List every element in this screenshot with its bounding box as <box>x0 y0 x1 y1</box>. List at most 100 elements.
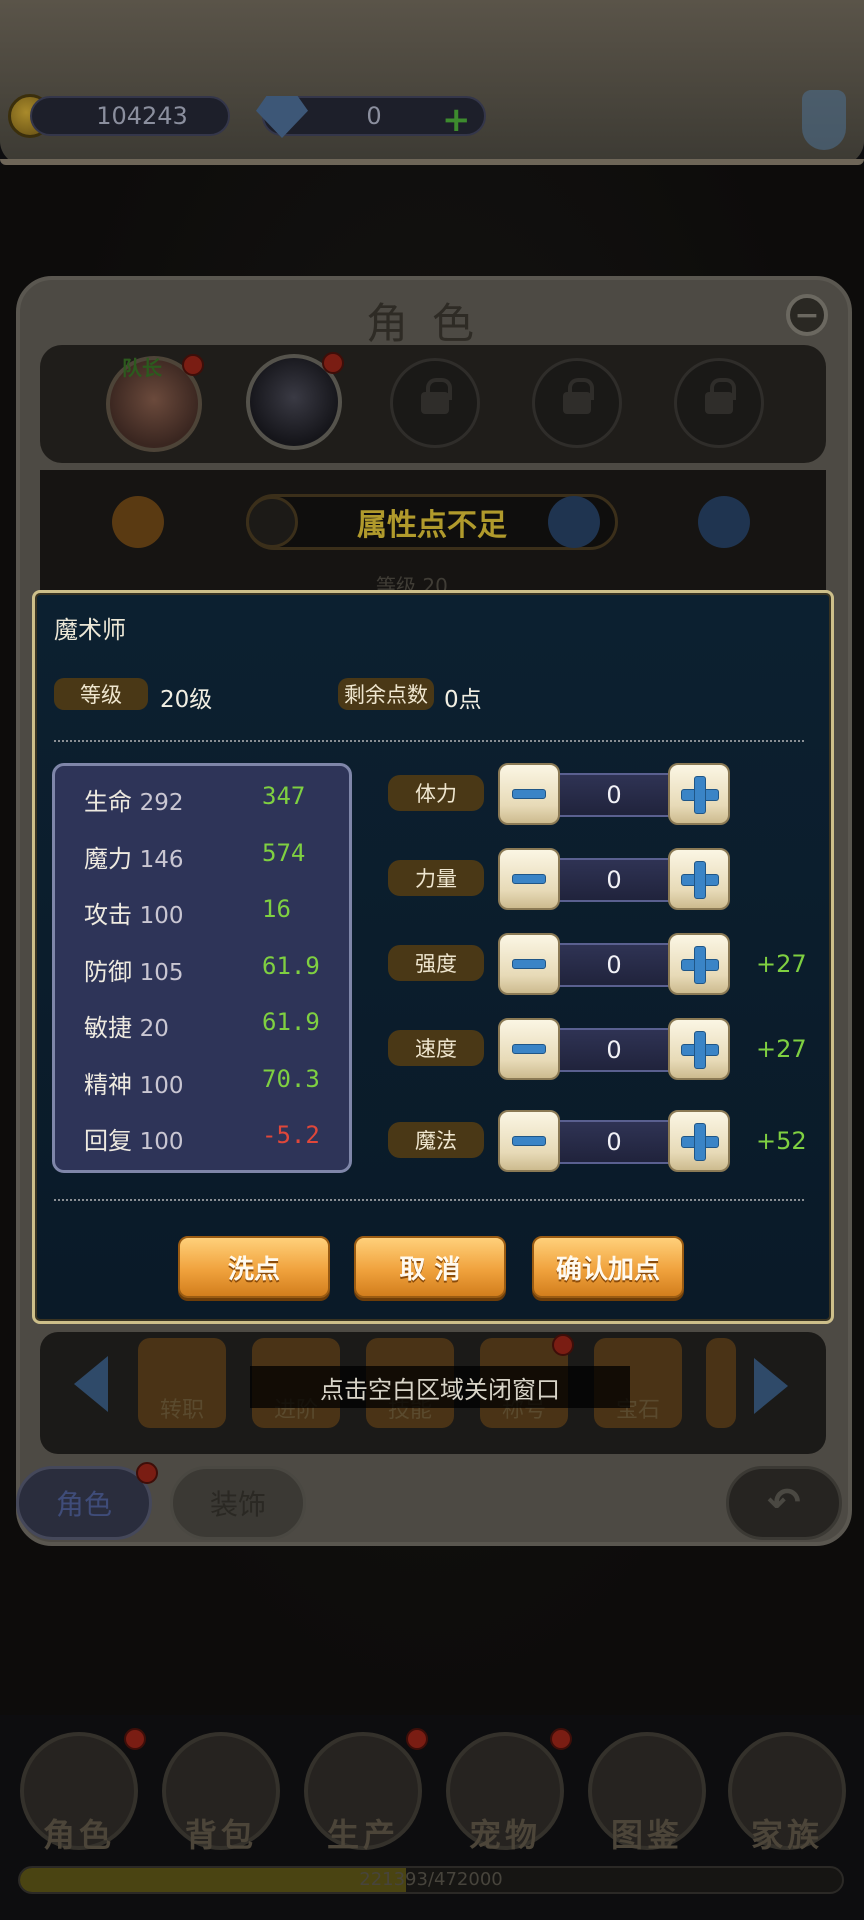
gold-amount: 104243 <box>30 96 230 136</box>
job-title: 魔术师 <box>54 616 126 644</box>
stat-bonus: 574 <box>262 839 306 867</box>
stat-row: 防御 105 <box>84 952 184 987</box>
locked-slot[interactable] <box>390 358 480 448</box>
stat-base: 292 <box>139 790 184 816</box>
stat-base: 105 <box>139 960 184 986</box>
alloc-stepper: 0 <box>498 848 730 912</box>
panel-minimize-button[interactable]: − <box>786 294 828 336</box>
help-icon[interactable] <box>698 496 750 548</box>
add-gems-plus-icon[interactable]: + <box>442 100 471 140</box>
nav-role-label: 角色 <box>42 1816 115 1854</box>
lock-icon <box>705 378 736 414</box>
lock-icon <box>563 378 594 414</box>
back-button[interactable]: ↶ <box>726 1466 842 1540</box>
plus-icon <box>681 1031 719 1069</box>
stat-name: 攻击 <box>84 901 132 929</box>
alloc-value[interactable]: 0 <box>546 943 682 987</box>
search-icon[interactable] <box>548 496 600 548</box>
increase-button[interactable] <box>668 1018 730 1080</box>
alloc-value[interactable]: 0 <box>546 858 682 902</box>
stat-name: 魔力 <box>84 845 132 873</box>
refresh-icon[interactable] <box>112 496 164 548</box>
nav-pet-label: 宠物 <box>468 1816 541 1854</box>
alloc-stepper: 0 <box>498 1110 730 1174</box>
divider <box>54 1199 804 1201</box>
alloc-label: 强度 <box>388 945 484 981</box>
level-value: 20级 <box>160 687 213 713</box>
plus-icon <box>681 861 719 899</box>
confirm-add-points-button[interactable]: 确认加点 <box>532 1236 684 1298</box>
minus-icon <box>512 789 546 799</box>
corner-decoration <box>802 90 846 150</box>
notification-dot <box>322 352 344 374</box>
divider <box>54 740 804 742</box>
increase-button[interactable] <box>668 1110 730 1172</box>
nav-bag-label: 背包 <box>184 1816 257 1854</box>
notification-dot <box>552 1334 574 1356</box>
decrease-button[interactable] <box>498 763 560 825</box>
increase-button[interactable] <box>668 933 730 995</box>
minus-icon <box>512 1136 546 1146</box>
remaining-points-value: 0点 <box>444 687 482 713</box>
xp-bar: 221393/472000 <box>18 1866 844 1894</box>
plus-icon <box>681 946 719 984</box>
nav-codex-label: 图鉴 <box>610 1816 683 1854</box>
alloc-value[interactable]: 0 <box>546 773 682 817</box>
notification-dot <box>182 354 204 376</box>
arrow-left-icon[interactable] <box>74 1356 108 1412</box>
alloc-value[interactable]: 0 <box>546 1120 682 1164</box>
alloc-extra: +27 <box>756 950 807 978</box>
alloc-stepper: 0 <box>498 933 730 997</box>
alloc-value[interactable]: 0 <box>546 1028 682 1072</box>
stat-bonus: 347 <box>262 782 306 810</box>
top-currency-bar <box>0 0 864 165</box>
gold-value: 104243 <box>96 102 188 130</box>
cancel-button[interactable]: 取 消 <box>354 1236 506 1298</box>
alloc-extra: +52 <box>756 1127 807 1155</box>
reset-points-button[interactable]: 洗点 <box>178 1236 330 1298</box>
nav-produce-label: 生产 <box>326 1816 399 1854</box>
stat-name: 生命 <box>84 788 132 816</box>
alloc-stepper: 0 <box>498 1018 730 1082</box>
notification-dot <box>406 1728 428 1750</box>
panel-title: 角色 <box>365 299 498 348</box>
notification-dot <box>136 1462 158 1484</box>
func-transfer-button[interactable]: 转职 <box>138 1338 226 1428</box>
locked-slot[interactable] <box>532 358 622 448</box>
arrow-right-icon[interactable] <box>754 1358 788 1414</box>
plus-icon <box>681 1123 719 1161</box>
stat-row: 回复 100 <box>84 1121 184 1156</box>
stat-name: 精神 <box>84 1071 132 1099</box>
decrease-button[interactable] <box>498 1110 560 1172</box>
stat-bonus: 61.9 <box>262 952 320 980</box>
increase-button[interactable] <box>668 848 730 910</box>
stat-row: 魔力 146 <box>84 839 184 874</box>
stat-bonus: 61.9 <box>262 1008 320 1036</box>
nav-family-label: 家族 <box>750 1816 823 1854</box>
wand-icon <box>246 496 298 548</box>
plus-icon <box>681 776 719 814</box>
close-hint: 点击空白区域关闭窗口 <box>250 1366 630 1408</box>
stat-name: 敏捷 <box>84 1014 132 1042</box>
decrease-button[interactable] <box>498 1018 560 1080</box>
alloc-label: 体力 <box>388 775 484 811</box>
status-text: 属性点不足 <box>357 508 507 543</box>
decrease-button[interactable] <box>498 933 560 995</box>
tab-role[interactable]: 角色 <box>16 1466 152 1540</box>
minus-icon <box>512 874 546 884</box>
decrease-button[interactable] <box>498 848 560 910</box>
alloc-extra: +27 <box>756 1035 807 1063</box>
func-more-button[interactable] <box>706 1338 736 1428</box>
increase-button[interactable] <box>668 763 730 825</box>
notification-dot <box>550 1728 572 1750</box>
stat-base: 100 <box>139 1073 184 1099</box>
tab-decor[interactable]: 装饰 <box>170 1466 306 1540</box>
locked-slot[interactable] <box>674 358 764 448</box>
stat-base: 146 <box>139 847 184 873</box>
level-tag: 等级 <box>54 678 148 710</box>
xp-text: 221393/472000 <box>359 1869 503 1890</box>
stat-row: 精神 100 <box>84 1065 184 1100</box>
gem-value: 0 <box>366 102 382 130</box>
stat-bonus: -5.2 <box>262 1121 320 1149</box>
minus-icon <box>512 959 546 969</box>
